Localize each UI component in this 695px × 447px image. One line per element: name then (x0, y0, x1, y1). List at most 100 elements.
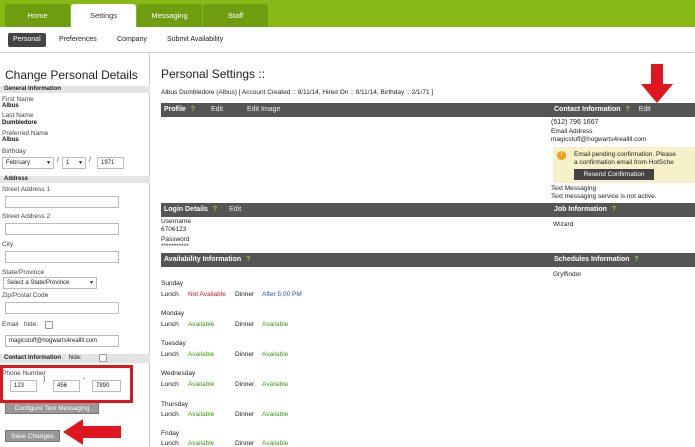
city-label: City (2, 241, 14, 248)
job-info-label: Job Information (554, 206, 607, 213)
birth-month-select[interactable]: February ▼ (2, 157, 54, 169)
dinner-status: Available (262, 440, 289, 447)
availability-header: Availability Information ? (161, 253, 551, 267)
annotation-highlight-box (0, 365, 133, 403)
lunch-label: Lunch (161, 411, 179, 418)
account-meta: Albus Dumbledore (Albus) [ Account Creat… (161, 89, 434, 96)
day-label: Monday (161, 310, 185, 317)
profile-edit-image-link[interactable]: Edit Image (247, 106, 280, 113)
form-title: Change Personal Details (5, 68, 138, 82)
profile-header: Profile ? Edit Edit Image (161, 103, 551, 117)
contact-info-panel-label: Contact Information (554, 106, 621, 113)
state-label: State/Province (2, 269, 45, 276)
red-arrow-icon (641, 64, 673, 103)
profile-header-label: Profile (164, 106, 186, 113)
preferred-name-label: Preferred Name (2, 130, 49, 137)
lunch-label: Lunch (161, 381, 179, 388)
configure-text-messaging-button[interactable]: Configure Text Messaging (5, 402, 99, 414)
settings-subnav: Personal Preferences Company Submit Avai… (0, 27, 695, 53)
help-icon[interactable]: ? (634, 256, 638, 263)
username-label: Username (161, 218, 191, 225)
chevron-down-icon: ▼ (89, 280, 94, 286)
availability-header-label: Availability Information (164, 256, 242, 263)
profile-edit-link[interactable]: Edit (211, 106, 223, 113)
birth-month-value: February (6, 160, 31, 166)
chevron-down-icon: ▼ (78, 160, 83, 166)
last-name-value[interactable]: Dumbledore (2, 120, 37, 126)
lunch-label: Lunch (161, 291, 179, 298)
first-name-value[interactable]: Albus (2, 103, 19, 109)
password-label: Password (161, 236, 190, 243)
help-icon[interactable]: ? (246, 256, 250, 263)
warning-icon: ! (557, 151, 566, 160)
lunch-label: Lunch (161, 321, 179, 328)
date-separator: / (57, 157, 59, 164)
zip-label: Zip/Postal Code (2, 292, 49, 299)
login-edit-link[interactable]: Edit (229, 206, 241, 213)
tab-messaging[interactable]: Messaging (137, 4, 202, 27)
job-info-header: Job Information ? (551, 203, 695, 217)
subtab-preferences[interactable]: Preferences (54, 33, 102, 47)
birth-day-select[interactable]: 1 ▼ (62, 157, 86, 169)
birthday-label: Birthday (2, 148, 26, 155)
contact-info-header: Contact Information hide: (0, 354, 150, 363)
subtab-submit-availability[interactable]: Submit Availability (162, 33, 228, 47)
contact-email: magicstuff@hogwarts4reallll.com (551, 136, 647, 143)
lunch-status: Available (188, 381, 215, 388)
contact-edit-link[interactable]: Edit (639, 106, 651, 113)
help-icon[interactable]: ? (612, 206, 616, 213)
address-header: Address (0, 176, 150, 183)
day-label: Tuesday (161, 340, 186, 347)
lunch-label: Lunch (161, 351, 179, 358)
state-select[interactable]: Select a State/Province ▼ (3, 277, 97, 289)
lunch-status: Available (188, 351, 215, 358)
schedules-info-label: Schedules Information (554, 256, 630, 263)
login-details-header: Login Details ? Edit (161, 203, 551, 217)
last-name-label: Last Name (2, 112, 34, 119)
preferred-name-value[interactable]: Albus (2, 137, 19, 143)
first-name-label: First Name (2, 96, 34, 103)
resend-confirmation-button[interactable]: Resend Confirmation (574, 169, 654, 180)
text-messaging-label: Text Messaging (551, 185, 597, 192)
subtab-company[interactable]: Company (112, 33, 152, 47)
street1-label: Street Address 1 (2, 186, 51, 193)
day-label: Thursday (161, 401, 189, 408)
email-input[interactable]: magicstuff@hogwarts4reallll.com (5, 335, 119, 347)
contact-info-panel-header: Contact Information ? Edit (551, 103, 695, 117)
dinner-status: Available (262, 351, 289, 358)
email-address-label: Email Address (551, 128, 593, 135)
birth-year-input[interactable]: 1971 (97, 157, 124, 169)
street1-input[interactable] (5, 196, 119, 208)
red-arrow-icon (63, 419, 121, 445)
lunch-status: Available (188, 440, 215, 447)
pending-message-line1: Email pending confirmation. Please (574, 151, 676, 158)
day-label: Friday (161, 430, 180, 437)
schedules-info-header: Schedules Information ? (551, 253, 695, 267)
subtab-personal[interactable]: Personal (8, 33, 46, 47)
email-pending-alert: ! Email pending confirmation. Please a c… (553, 147, 695, 183)
city-input[interactable] (5, 251, 119, 263)
general-info-header: General Information (0, 86, 150, 93)
contact-hide-checkbox[interactable] (99, 354, 107, 362)
street2-label: Street Address 2 (2, 213, 51, 220)
dinner-label: Dinner (235, 381, 255, 388)
tab-home[interactable]: Home (5, 4, 70, 27)
zip-input[interactable] (5, 302, 119, 314)
lunch-status: Available (188, 411, 215, 418)
tab-staff[interactable]: Staff (203, 4, 268, 27)
email-hide-checkbox[interactable] (45, 321, 53, 329)
day-label: Sunday (161, 280, 184, 287)
dinner-status: Available (262, 321, 289, 328)
state-select-value: Select a State/Province (7, 280, 70, 286)
chevron-down-icon: ▼ (46, 160, 51, 166)
text-messaging-status: Text messaging service is not active. (551, 193, 657, 200)
help-icon[interactable]: ? (191, 106, 195, 113)
save-changes-button[interactable]: Save Changes (5, 430, 60, 442)
date-separator: / (89, 157, 91, 164)
help-icon[interactable]: ? (213, 206, 217, 213)
tab-settings[interactable]: Settings (71, 4, 136, 27)
street2-input[interactable] (5, 223, 119, 235)
help-icon[interactable]: ? (625, 106, 629, 113)
page-title: Personal Settings :: (161, 67, 266, 81)
contact-info-header-label: Contact Information (4, 355, 61, 361)
